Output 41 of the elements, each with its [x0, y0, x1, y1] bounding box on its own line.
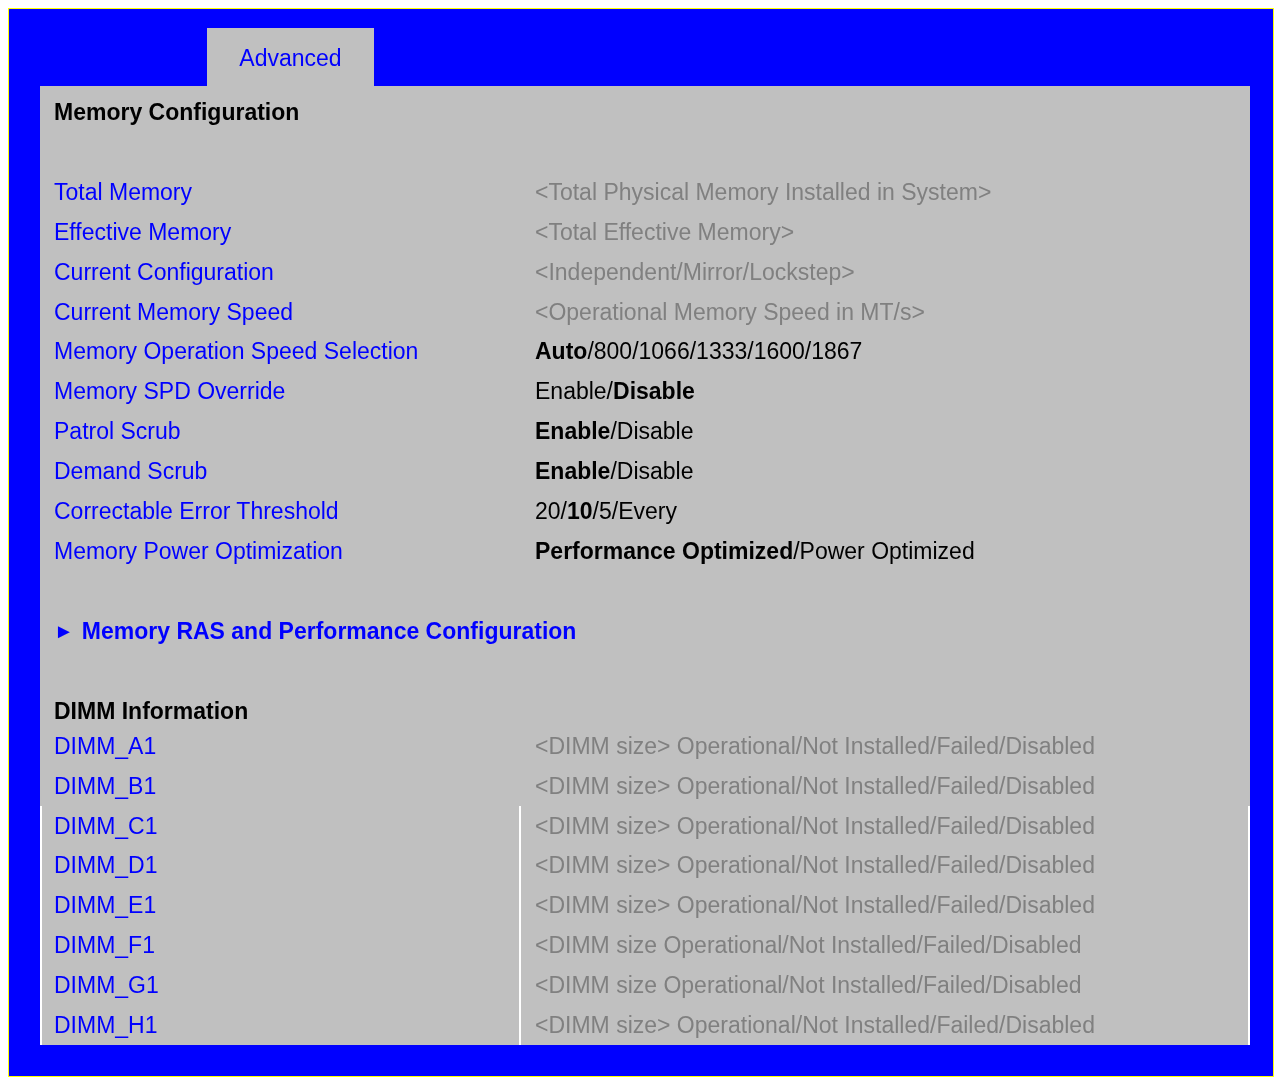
- dimm-label: DIMM_G1: [54, 971, 159, 1000]
- triangle-icon: ►: [54, 616, 74, 645]
- dimm-status: <DIMM size> Operational/Not Installed/Failed/Disabled: [535, 851, 1095, 880]
- dimm-label: DIMM_E1: [54, 891, 157, 920]
- setting-label[interactable]: Memory SPD Override: [54, 377, 286, 406]
- setting-label[interactable]: Correctable Error Threshold: [54, 497, 339, 526]
- setting-label: Current Memory Speed: [54, 297, 294, 326]
- setting-value: Enable/Disable: [535, 377, 695, 406]
- setting-value: Auto/800/1066/1333/1600/1867: [535, 337, 863, 366]
- setting-label[interactable]: Patrol Scrub: [54, 417, 181, 446]
- setting-value: 20/10/5/Every: [535, 497, 677, 526]
- dimm-status: <DIMM size Operational/Not Installed/Failed/Disabled: [535, 971, 1082, 1000]
- setting-label: Total Memory: [54, 177, 193, 206]
- setting-label[interactable]: Memory Operation Speed Selection: [54, 337, 419, 366]
- section-heading: DIMM Information: [54, 696, 249, 726]
- dimm-label: DIMM_C1: [54, 811, 158, 840]
- setting-value: <Operational Memory Speed in MT/s>: [535, 297, 925, 326]
- setting-value: Enable/Disable: [535, 457, 694, 486]
- dimm-status: <DIMM size Operational/Not Installed/Failed/Disabled: [535, 931, 1082, 960]
- dimm-label: DIMM_F1: [54, 931, 155, 960]
- setting-label[interactable]: Memory Power Optimization: [54, 537, 343, 565]
- dimm-label: DIMM_B1: [54, 771, 157, 800]
- dimm-status: <DIMM size> Operational/Not Installed/Failed/Disabled: [535, 771, 1095, 800]
- tab[interactable]: Advanced: [207, 28, 374, 86]
- dimm-status: <DIMM size> Operational/Not Installed/Failed/Disabled: [535, 731, 1095, 760]
- dimm-label: DIMM_H1: [54, 1011, 158, 1040]
- setting-label: Current Configuration: [54, 257, 274, 286]
- dimm-status: <DIMM size> Operational/Not Installed/Failed/Disabled: [535, 811, 1095, 840]
- setting-value: Performance Optimized/Power Optimized: [535, 537, 975, 565]
- dimm-status: <DIMM size> Operational/Not Installed/Failed/Disabled: [535, 891, 1095, 920]
- setting-value: <Independent/Mirror/Lockstep>: [535, 257, 855, 286]
- page-title: Memory Configuration: [54, 98, 300, 127]
- setting-value: Enable/Disable: [535, 417, 694, 446]
- setting-value: <Total Effective Memory>: [535, 217, 795, 246]
- setting-label[interactable]: Demand Scrub: [54, 457, 208, 486]
- setting-label: Effective Memory: [54, 217, 232, 246]
- setting-value: <Total Physical Memory Installed in System>: [535, 177, 992, 206]
- submenu-link[interactable]: Memory RAS and Performance Configuration: [81, 616, 577, 645]
- dimm-label: DIMM_D1: [54, 851, 158, 880]
- dimm-status: <DIMM size> Operational/Not Installed/Failed/Disabled: [535, 1011, 1095, 1040]
- dimm-label: DIMM_A1: [54, 731, 157, 760]
